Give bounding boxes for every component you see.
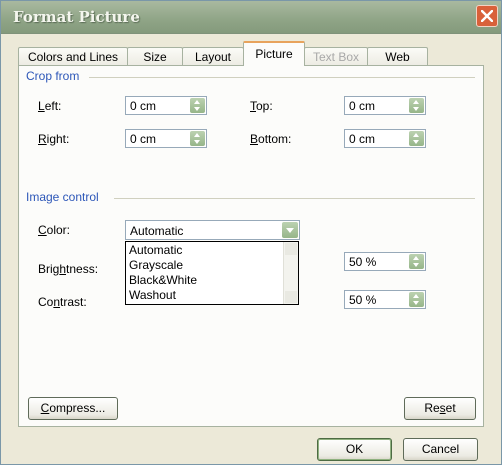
tab-colors-and-lines[interactable]: Colors and Lines <box>18 47 128 66</box>
color-dropdown[interactable]: Automatic <box>125 220 300 240</box>
crop-top-value: 0 cm <box>349 99 376 113</box>
tab-text-box: Text Box <box>304 47 368 66</box>
contrast-spinner[interactable]: 50 % <box>344 290 426 309</box>
crop-left-spinner[interactable]: 0 cm <box>125 96 207 115</box>
crop-divider <box>89 77 475 78</box>
spinner-arrows-icon[interactable] <box>409 292 424 307</box>
reset-button[interactable]: Reset <box>404 397 476 420</box>
contrast-label: Contrast: <box>38 295 87 309</box>
close-icon <box>481 10 493 22</box>
tab-web[interactable]: Web <box>367 47 428 66</box>
compress-button[interactable]: Compress... <box>28 397 118 420</box>
contrast-value: 50 % <box>349 293 377 307</box>
dialog-title: Format Picture <box>13 8 140 26</box>
options-scrollbar[interactable] <box>283 242 298 304</box>
image-control-divider <box>114 198 475 199</box>
color-selected-value: Automatic <box>130 224 184 238</box>
crop-bottom-spinner[interactable]: 0 cm <box>344 129 426 148</box>
scroll-up-icon[interactable] <box>285 243 297 255</box>
tab-layout[interactable]: Layout <box>182 47 244 66</box>
crop-bottom-value: 0 cm <box>349 132 376 146</box>
spinner-arrows-icon[interactable] <box>190 98 205 113</box>
tab-picture[interactable]: Picture <box>243 41 305 66</box>
chevron-down-icon[interactable] <box>282 222 298 238</box>
color-options-list: Automatic Grayscale Black&White Washout <box>125 241 299 305</box>
spinner-arrows-icon[interactable] <box>409 98 424 113</box>
spinner-arrows-icon[interactable] <box>409 131 424 146</box>
crop-bottom-label: Bottom: <box>250 132 292 146</box>
close-button[interactable] <box>476 5 498 27</box>
brightness-spinner[interactable]: 50 % <box>344 252 426 271</box>
ok-button[interactable]: OK <box>317 438 392 461</box>
color-option-automatic[interactable]: Automatic <box>129 243 182 258</box>
crop-top-spinner[interactable]: 0 cm <box>344 96 426 115</box>
crop-right-spinner[interactable]: 0 cm <box>125 129 207 148</box>
color-option-grayscale[interactable]: Grayscale <box>129 258 183 273</box>
color-label: Color: <box>38 223 71 237</box>
crop-from-heading: Crop from <box>26 69 80 83</box>
crop-top-label: Top: <box>250 99 273 113</box>
brightness-label: Brightness: <box>38 262 99 276</box>
cancel-button[interactable]: Cancel <box>403 438 478 461</box>
spinner-arrows-icon[interactable] <box>409 254 424 269</box>
crop-right-value: 0 cm <box>130 132 157 146</box>
crop-right-label: Right: <box>38 132 70 146</box>
scroll-down-icon[interactable] <box>285 291 297 303</box>
picture-tab-panel: Crop from Left: 0 cm Top: 0 cm Right: 0 … <box>18 65 484 427</box>
brightness-value: 50 % <box>349 255 377 269</box>
title-bar[interactable]: Format Picture <box>1 1 501 34</box>
crop-left-label: Left: <box>38 99 62 113</box>
image-control-heading: Image control <box>26 190 99 204</box>
format-picture-dialog: Format Picture Colors and Lines Size Lay… <box>0 0 502 465</box>
tab-size[interactable]: Size <box>127 47 183 66</box>
color-option-washout[interactable]: Washout <box>129 288 176 303</box>
spinner-arrows-icon[interactable] <box>190 131 205 146</box>
crop-left-value: 0 cm <box>130 99 157 113</box>
color-option-black-white[interactable]: Black&White <box>129 273 197 288</box>
